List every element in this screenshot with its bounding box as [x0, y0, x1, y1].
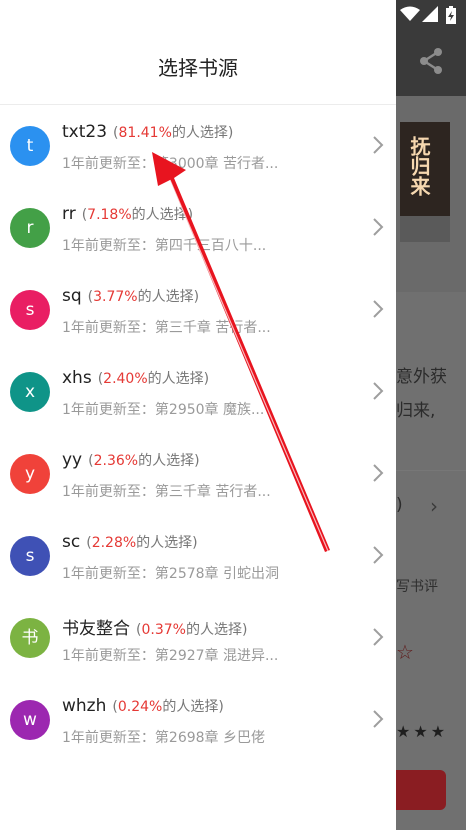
source-update-info: 1年前更新至：第三千章 苦行者... [62, 320, 271, 336]
status-bar [396, 0, 466, 28]
source-name: 书友整合 [62, 619, 130, 639]
background-write-review: 写书评 [396, 579, 438, 595]
source-name-line: txt23 (81.41%的人选择) [62, 122, 233, 142]
source-name-line: sc (2.28%的人选择) [62, 532, 198, 552]
chevron-right-icon [373, 300, 384, 318]
source-name-line: xhs (2.40%的人选择) [62, 368, 209, 388]
source-update-info: 1年前更新至：第2950章 魔族... [62, 402, 265, 418]
background-divider [396, 470, 466, 471]
source-item-rr[interactable]: r rr (7.18%的人选择) 1年前更新至：第四千三百八十... [0, 187, 396, 269]
source-update-info: 1年前更新至：第2698章 乡巴佬 [62, 730, 265, 746]
background-paren: ) [396, 495, 403, 515]
chevron-right-icon [373, 218, 384, 236]
source-percentage-suffix: 的人选择) [171, 125, 234, 141]
source-update-info: 1年前更新至：第四千三百八十... [62, 238, 267, 254]
background-star-outline-icon: ☆ [396, 640, 414, 664]
source-avatar: 书 [10, 618, 50, 658]
source-update-info: 1年前更新至：第3000章 苦行者... [62, 156, 279, 172]
source-item-yy[interactable]: y yy (2.36%的人选择) 1年前更新至：第三千章 苦行者... [0, 433, 396, 515]
source-percentage-suffix: 的人选择) [185, 622, 248, 638]
source-percentage-suffix: 的人选择) [136, 535, 198, 551]
source-percentage-suffix: 的人选择) [138, 453, 200, 469]
background-chevron-icon: › [430, 494, 438, 518]
source-name: xhs [62, 368, 92, 388]
chevron-right-icon [373, 710, 384, 728]
source-percentage-value: 2.28% [91, 535, 137, 551]
source-percentage-value: 3.77% [93, 289, 138, 305]
source-name-line: rr (7.18%的人选择) [62, 204, 193, 224]
source-percentage: (2.28%的人选择) [86, 535, 198, 551]
source-item-shuyou[interactable]: 书 书友整合 (0.37%的人选择) 1年前更新至：第2927章 混进异... [0, 597, 396, 679]
share-icon [420, 48, 442, 74]
source-avatar: r [10, 208, 50, 248]
background-read-button [396, 770, 446, 810]
source-percentage-suffix: 的人选择) [162, 699, 224, 715]
book-cover: 抚归来 [400, 122, 450, 242]
source-name: rr [62, 204, 76, 224]
source-percentage: (81.41%的人选择) [113, 125, 234, 141]
source-name-line: yy (2.36%的人选择) [62, 450, 200, 470]
background-description-line1: 意外获 [396, 367, 447, 387]
book-cover-title: 抚归来 [407, 136, 431, 196]
source-percentage-value: 0.24% [117, 699, 163, 715]
wifi-icon [400, 6, 420, 21]
source-select-drawer: 选择书源 t txt23 (81.41%的人选择) 1年前更新至：第3000章 苦… [0, 0, 396, 830]
chevron-right-icon [373, 464, 384, 482]
source-percentage-value: 2.40% [103, 371, 148, 387]
book-cover-band [400, 216, 450, 242]
source-percentage: (0.37%的人选择) [136, 622, 248, 638]
source-item-sq[interactable]: s sq (3.77%的人选择) 1年前更新至：第三千章 苦行者... [0, 269, 396, 351]
source-item-whzh[interactable]: w whzh (0.24%的人选择) 1年前更新至：第2698章 乡巴佬 [0, 679, 396, 761]
drawer-title: 选择书源 [158, 56, 238, 80]
source-item-sc[interactable]: s sc (2.28%的人选择) 1年前更新至：第2578章 引蛇出洞 [0, 515, 396, 597]
source-avatar: x [10, 372, 50, 412]
source-name-line: sq (3.77%的人选择) [62, 286, 199, 306]
source-update-info: 1年前更新至：第2927章 混进异... [62, 648, 279, 664]
source-percentage-value: 0.37% [141, 622, 186, 638]
source-percentage-suffix: 的人选择) [137, 289, 200, 305]
signal-icon [422, 6, 438, 22]
source-percentage-suffix: 的人选择) [131, 207, 194, 223]
source-percentage-value: 7.18% [87, 207, 132, 223]
source-name: whzh [62, 696, 107, 716]
battery-icon [446, 6, 456, 24]
chevron-right-icon [373, 136, 384, 154]
source-name: sc [62, 532, 81, 552]
source-percentage-suffix: 的人选择) [147, 371, 210, 387]
chevron-right-icon [373, 628, 384, 646]
source-avatar: s [10, 536, 50, 576]
source-percentage: (3.77%的人选择) [87, 289, 200, 305]
source-percentage: (2.40%的人选择) [97, 371, 210, 387]
source-name: sq [62, 286, 82, 306]
source-percentage: (2.36%的人选择) [88, 453, 200, 469]
source-name-line: 书友整合 (0.37%的人选择) [62, 614, 247, 639]
source-item-txt23[interactable]: t txt23 (81.41%的人选择) 1年前更新至：第3000章 苦行者... [0, 105, 396, 187]
source-avatar: s [10, 290, 50, 330]
source-percentage-value: 2.36% [93, 453, 139, 469]
source-update-info: 1年前更新至：第2578章 引蛇出洞 [62, 566, 279, 582]
background-description-line2: 归来, [396, 401, 436, 421]
background-book-detail: 抚归来 意外获 归来, ) › 写书评 ☆ ★★★ [396, 0, 466, 830]
source-percentage: (0.24%的人选择) [112, 699, 224, 715]
source-item-xhs[interactable]: x xhs (2.40%的人选择) 1年前更新至：第2950章 魔族... [0, 351, 396, 433]
source-name: txt23 [62, 122, 108, 142]
source-avatar: y [10, 454, 50, 494]
source-avatar: w [10, 700, 50, 740]
source-update-info: 1年前更新至：第三千章 苦行者... [62, 484, 271, 500]
background-header [396, 28, 466, 96]
source-avatar: t [10, 126, 50, 166]
source-percentage-value: 81.41% [118, 125, 172, 141]
source-name-line: whzh (0.24%的人选择) [62, 696, 224, 716]
chevron-right-icon [373, 546, 384, 564]
source-name: yy [62, 450, 83, 470]
background-rating-stars: ★★★ [396, 722, 449, 741]
source-percentage: (7.18%的人选择) [81, 207, 194, 223]
chevron-right-icon [373, 382, 384, 400]
